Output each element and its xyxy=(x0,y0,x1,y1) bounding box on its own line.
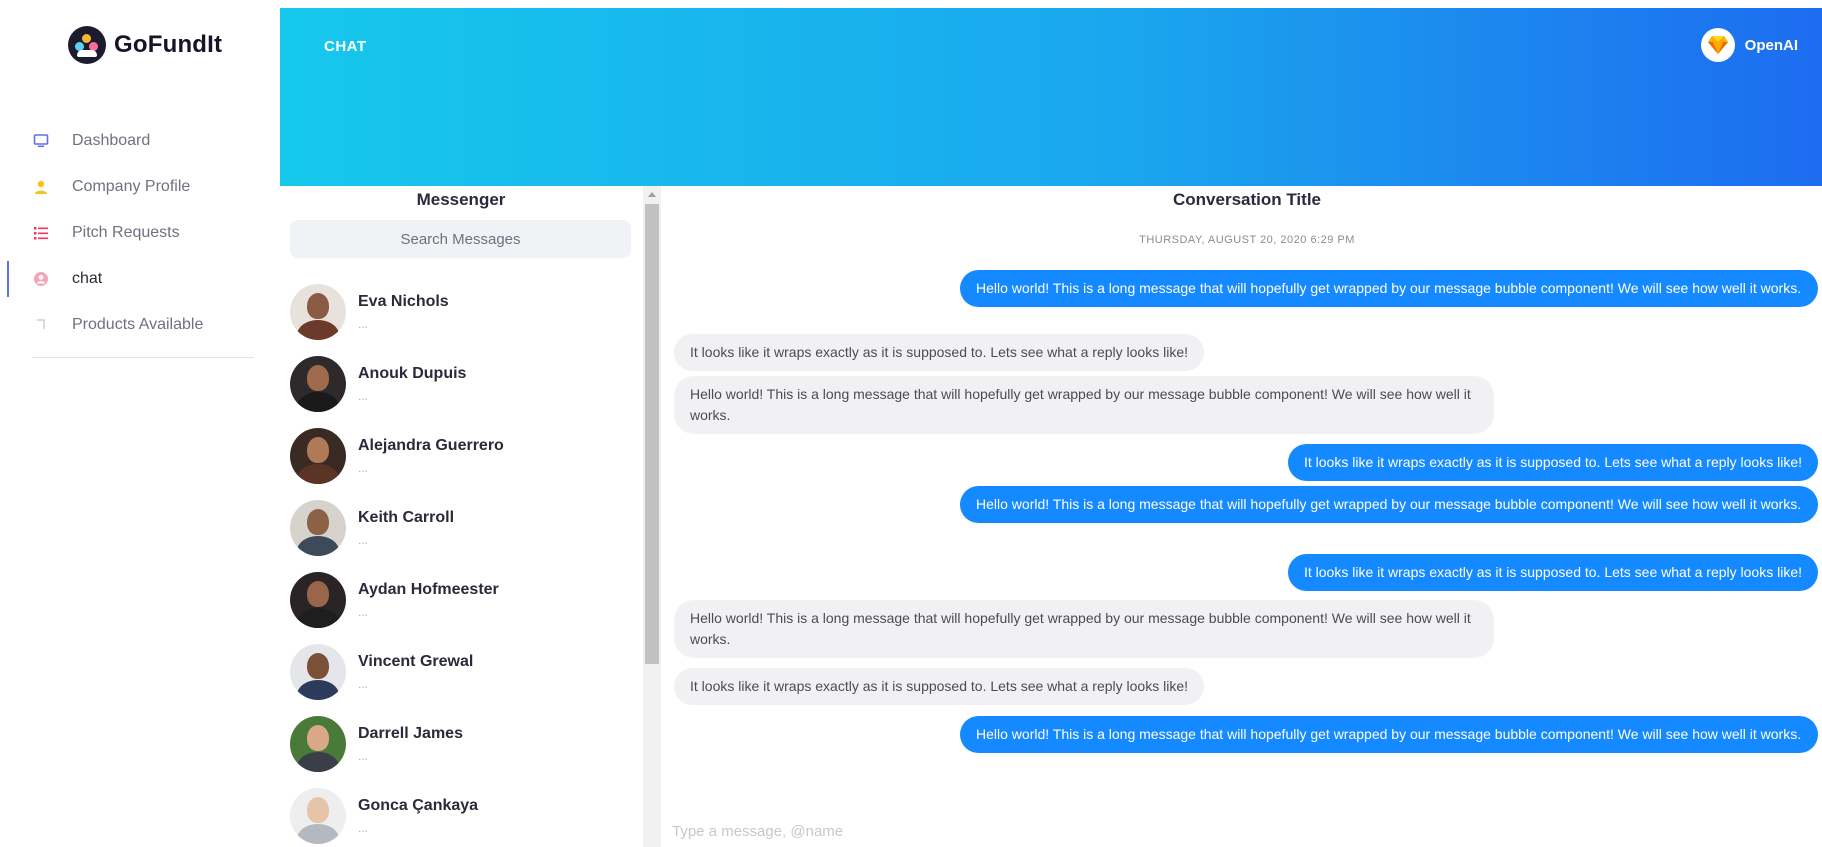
message-bubble-outgoing: It looks like it wraps exactly as it is … xyxy=(1287,444,1818,481)
user-circle-icon xyxy=(32,270,50,288)
contact-preview: ... xyxy=(358,317,369,331)
search-input[interactable] xyxy=(290,220,631,258)
scroll-up-icon[interactable] xyxy=(648,192,656,197)
messenger-title: Messenger xyxy=(416,190,506,209)
app-name: GoFundIt xyxy=(114,31,223,58)
conversation-title: Conversation Title xyxy=(1173,190,1321,209)
contact-name: Eva Nichols xyxy=(358,293,449,310)
message-bubble-outgoing: Hello world! This is a long message that… xyxy=(960,270,1818,307)
contact-name: Alejandra Guerrero xyxy=(358,437,504,454)
contact-item[interactable]: Gonca Çankaya... xyxy=(290,780,630,847)
sidebar-item-dashboard[interactable]: Dashboard xyxy=(0,118,256,164)
page-header: CHAT OpenAI xyxy=(280,8,1822,186)
user-icon xyxy=(32,178,50,196)
list-icon xyxy=(32,224,50,242)
contact-preview: ... xyxy=(358,389,369,403)
contact-preview: ... xyxy=(358,605,369,619)
conversation-panel: Conversation Title THURSDAY, AUGUST 20, … xyxy=(672,186,1822,847)
message-bubble-incoming: Hello world! This is a long message that… xyxy=(674,600,1494,658)
sidebar-nav: Dashboard Company Profile Pitch Requests… xyxy=(0,118,256,348)
avatar xyxy=(290,428,346,484)
sidebar-item-chat[interactable]: chat xyxy=(0,256,256,302)
message-bubble-incoming: Hello world! This is a long message that… xyxy=(674,376,1494,434)
contact-item[interactable]: Vincent Grewal... xyxy=(290,636,630,708)
sidebar-item-label: Pitch Requests xyxy=(72,224,180,241)
scrollbar-thumb[interactable] xyxy=(645,204,659,664)
contact-name: Darrell James xyxy=(358,725,463,742)
monitor-icon xyxy=(32,132,50,150)
sidebar-item-company-profile[interactable]: Company Profile xyxy=(0,164,256,210)
sidebar: GoFundIt Dashboard Company Profile Pitch… xyxy=(0,0,276,847)
contact-list-scrollbar[interactable] xyxy=(643,186,661,847)
contact-name: Gonca Çankaya xyxy=(358,797,479,814)
user-name: OpenAI xyxy=(1744,36,1798,54)
contact-name: Anouk Dupuis xyxy=(358,365,467,382)
contact-name: Vincent Grewal xyxy=(358,653,474,670)
sidebar-item-label: chat xyxy=(72,270,103,287)
avatar xyxy=(290,500,346,556)
contact-preview: ... xyxy=(358,821,369,835)
messenger-panel: Messenger Eva Nichols... Anouk Dupuis...… xyxy=(280,186,642,847)
user-profile[interactable]: OpenAI xyxy=(1700,28,1798,62)
contact-preview: ... xyxy=(358,749,369,763)
message-bubble-outgoing: Hello world! This is a long message that… xyxy=(960,716,1818,753)
logo-icon xyxy=(68,26,106,64)
avatar xyxy=(290,356,346,412)
box-icon xyxy=(32,316,50,334)
contact-name: Keith Carroll xyxy=(358,509,455,526)
avatar xyxy=(290,644,346,700)
avatar xyxy=(290,788,346,844)
contact-list: Eva Nichols... Anouk Dupuis... Alejandra… xyxy=(290,276,630,847)
sidebar-item-label: Dashboard xyxy=(72,132,151,149)
contact-name: Aydan Hofmeester xyxy=(358,581,499,598)
page-title: CHAT xyxy=(324,38,367,55)
message-bubble-outgoing: Hello world! This is a long message that… xyxy=(960,486,1818,523)
contact-item[interactable]: Anouk Dupuis... xyxy=(290,348,630,420)
app-logo[interactable]: GoFundIt xyxy=(68,26,222,64)
message-bubble-incoming: It looks like it wraps exactly as it is … xyxy=(674,334,1205,371)
avatar xyxy=(290,284,346,340)
message-timestamp: THURSDAY, AUGUST 20, 2020 6:29 PM xyxy=(1139,234,1355,246)
message-input[interactable] xyxy=(672,818,1772,844)
sketch-diamond-icon xyxy=(1700,28,1735,62)
contact-preview: ... xyxy=(358,677,369,691)
sidebar-item-pitch-requests[interactable]: Pitch Requests xyxy=(0,210,256,256)
message-bubble-incoming: It looks like it wraps exactly as it is … xyxy=(674,668,1205,705)
sidebar-divider xyxy=(32,357,254,358)
contact-item[interactable]: Darrell James... xyxy=(290,708,630,780)
contact-preview: ... xyxy=(358,461,369,475)
message-bubble-outgoing: It looks like it wraps exactly as it is … xyxy=(1287,554,1818,591)
contact-preview: ... xyxy=(358,533,369,547)
contact-item[interactable]: Keith Carroll... xyxy=(290,492,630,564)
contact-item[interactable]: Eva Nichols... xyxy=(290,276,630,348)
avatar xyxy=(290,572,346,628)
sidebar-item-products-available[interactable]: Products Available xyxy=(0,302,256,348)
sidebar-item-label: Products Available xyxy=(72,316,204,333)
avatar xyxy=(290,716,346,772)
contact-item[interactable]: Alejandra Guerrero... xyxy=(290,420,630,492)
sidebar-item-label: Company Profile xyxy=(72,178,191,195)
contact-item[interactable]: Aydan Hofmeester... xyxy=(290,564,630,636)
